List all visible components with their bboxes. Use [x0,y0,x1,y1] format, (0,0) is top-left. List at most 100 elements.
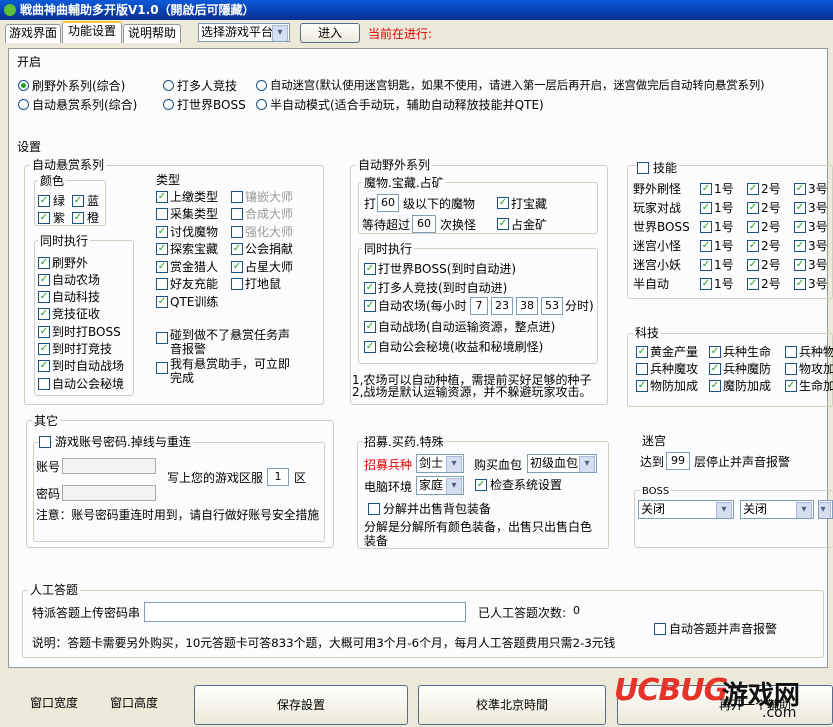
recruit-select[interactable]: 剑士 [416,454,464,473]
platform-select[interactable]: 选择游戏平台 [198,23,290,42]
color-purple-checkbox[interactable] [38,212,50,224]
farm-minute-input[interactable]: 53 [541,297,563,315]
skill-checkbox[interactable] [700,183,712,195]
bounty-exec-checkbox[interactable] [38,274,50,286]
wild-exec-checkbox[interactable] [364,321,376,333]
treasure-checkbox[interactable] [497,197,509,209]
farm-prefix: 自动农场(每小时 [378,299,467,313]
boss-select[interactable]: 关闭 [740,500,814,519]
enter-button[interactable]: 进入 [300,23,360,43]
tech-checkbox[interactable] [785,363,797,375]
skill-checkbox[interactable] [700,240,712,252]
tech-checkbox[interactable] [636,380,648,392]
mode-radio[interactable] [18,80,29,91]
skill-checkbox[interactable] [794,202,806,214]
bounty-exec-checkbox[interactable] [38,257,50,269]
type-checkbox[interactable] [156,208,168,220]
skill-checkbox[interactable] [794,259,806,271]
check-system-checkbox[interactable] [475,479,487,491]
wild-exec-checkbox[interactable] [364,263,376,275]
bounty-exec-checkbox[interactable] [38,360,50,372]
skill-checkbox[interactable] [794,278,806,290]
bounty-helper-checkbox[interactable] [156,362,168,374]
farm-checkbox[interactable] [364,300,376,312]
zone-input[interactable]: 1 [267,468,289,486]
wild-exec-checkbox[interactable] [364,341,376,353]
skill-checkbox[interactable] [794,240,806,252]
manual-alarm-checkbox[interactable] [654,623,666,635]
manual-group-label: 人工答题 [28,583,81,597]
mode-radio[interactable] [256,80,267,91]
skill-checkbox[interactable] [747,240,759,252]
save-button[interactable]: 保存設置 [194,685,408,725]
type-checkbox[interactable] [156,296,168,308]
wait-count-input[interactable]: 60 [412,215,436,233]
type-checkbox[interactable] [231,261,243,273]
mode-radio[interactable] [18,99,29,110]
color-label: 橙 [87,211,100,225]
type-checkbox[interactable] [156,226,168,238]
tech-checkbox[interactable] [785,380,797,392]
farm-minute-input[interactable]: 23 [491,297,513,315]
tech-checkbox[interactable] [709,380,721,392]
bounty-exec-checkbox[interactable] [38,291,50,303]
env-select[interactable]: 家庭 [416,476,464,495]
tech-checkbox[interactable] [636,363,648,375]
mode-radio[interactable] [163,99,174,110]
sync-time-button[interactable]: 校準北京時間 [418,685,606,725]
skill-checkbox[interactable] [700,278,712,290]
bounty-exec-checkbox[interactable] [38,326,50,338]
boss-select[interactable]: 6 [818,500,833,519]
color-blue-checkbox[interactable] [72,195,84,207]
type-checkbox[interactable] [231,243,243,255]
mode-radio[interactable] [163,80,174,91]
skill-checkbox[interactable] [794,183,806,195]
skill-checkbox[interactable] [747,221,759,233]
skill-checkbox[interactable] [747,259,759,271]
type-checkbox[interactable] [156,243,168,255]
boss-select[interactable]: 关闭 [638,500,734,519]
mine-checkbox[interactable] [497,218,509,230]
monster-level-input[interactable]: 60 [377,194,399,212]
account-input[interactable] [62,458,156,474]
password-input[interactable] [62,485,156,501]
tech-checkbox[interactable] [636,346,648,358]
buy-select[interactable]: 初级血包 [527,454,597,473]
color-orange-checkbox[interactable] [72,212,84,224]
bounty-exec-label: 自动公会秘境 [52,377,125,391]
mode-radio[interactable] [256,99,267,110]
skill-checkbox[interactable] [700,221,712,233]
color-green-checkbox[interactable] [38,195,50,207]
tab-settings[interactable]: 功能设置 [62,21,122,43]
bounty-alarm-checkbox[interactable] [156,332,168,344]
skill-checkbox[interactable] [794,221,806,233]
skill-checkbox[interactable] [747,278,759,290]
type-checkbox[interactable] [231,226,243,238]
type-checkbox[interactable] [231,208,243,220]
farm-minute-input[interactable]: 7 [470,297,488,315]
type-checkbox[interactable] [231,278,243,290]
maze-floor-input[interactable]: 99 [666,452,690,470]
type-checkbox[interactable] [156,191,168,203]
farm-minute-input[interactable]: 38 [516,297,538,315]
relogin-checkbox[interactable] [39,436,51,448]
tech-checkbox[interactable] [785,346,797,358]
type-checkbox[interactable] [156,261,168,273]
type-checkbox[interactable] [156,278,168,290]
skills-checkbox[interactable] [637,162,649,174]
decompose-checkbox[interactable] [368,503,380,515]
skill-checkbox[interactable] [700,202,712,214]
bounty-exec-checkbox[interactable] [38,378,50,390]
tab-help[interactable]: 说明帮助 [123,24,181,43]
skill-checkbox[interactable] [747,202,759,214]
skill-checkbox[interactable] [700,259,712,271]
bounty-exec-checkbox[interactable] [38,308,50,320]
tab-game-screen[interactable]: 游戏界面 [5,24,61,43]
tech-checkbox[interactable] [709,346,721,358]
wild-exec-checkbox[interactable] [364,282,376,294]
bounty-exec-checkbox[interactable] [38,343,50,355]
type-checkbox[interactable] [231,191,243,203]
tech-checkbox[interactable] [709,363,721,375]
code-input[interactable] [144,602,466,622]
skill-checkbox[interactable] [747,183,759,195]
